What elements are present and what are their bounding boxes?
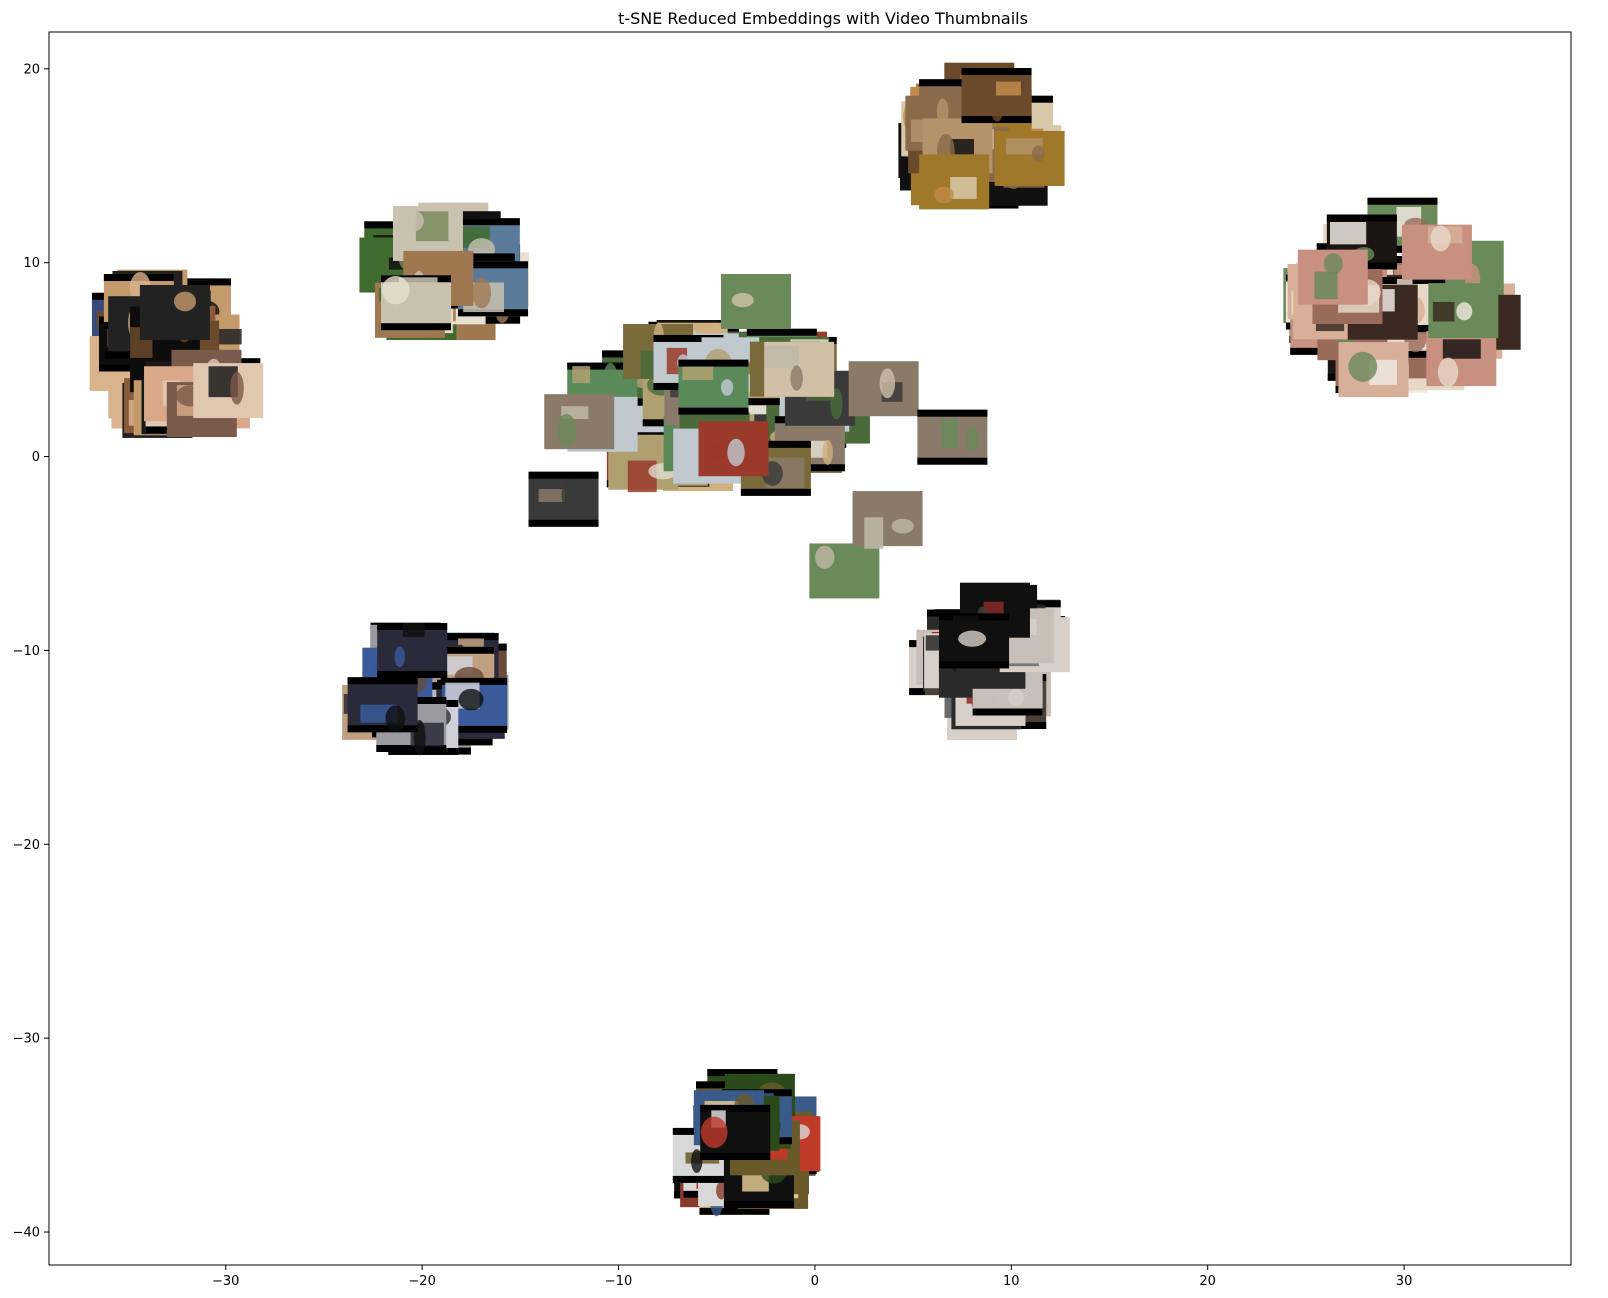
thumbnail-point-c6-30 (347, 677, 418, 733)
x-tick-label: −20 (408, 1274, 435, 1289)
x-tick-label: −30 (212, 1274, 239, 1289)
tsne-chart: t-SNE Reduced Embeddings with Video Thum… (13, 9, 1572, 1289)
thumbnail-point-c4-26 (961, 68, 1032, 124)
thumbnail-point-1 (848, 361, 919, 417)
thumbnail-point-c4-27 (919, 154, 990, 210)
thumbnail-point-c5-32 (1401, 224, 1472, 280)
x-tick-label: 0 (811, 1274, 819, 1289)
thumbnail-point-c8-33 (700, 1104, 771, 1160)
y-tick-label: −30 (13, 1032, 40, 1047)
thumbnail-point-c1-29 (381, 275, 452, 331)
thumbnail-point-c4-23 (994, 130, 1065, 186)
thumbnail-point-c3-67 (698, 421, 769, 477)
x-tick-label: −10 (605, 1274, 632, 1289)
plot-area (89, 62, 1521, 1217)
thumbnail-point-c5-35 (1426, 331, 1497, 387)
thumbnail-point-4 (720, 273, 791, 329)
thumbnail-point-5 (917, 409, 988, 465)
thumbnail-point-c5-34 (1338, 342, 1409, 398)
thumbnail-point-c5-41 (1297, 249, 1368, 305)
y-tick-label: 20 (23, 62, 40, 77)
thumbnail-point-3 (852, 491, 923, 549)
thumbnail-point-c2-9 (193, 363, 264, 419)
x-axis: −30 −20 −10 0 10 20 30 (212, 1265, 1412, 1289)
thumbnail-point-0 (764, 341, 835, 397)
y-tick-label: 0 (32, 450, 40, 465)
thumbnail-point-7 (528, 471, 599, 527)
x-tick-label: 30 (1396, 1274, 1413, 1289)
thumbnail-point-c5-38 (1428, 283, 1499, 339)
thumbnail-point-2 (809, 543, 880, 599)
y-tick-label: −10 (13, 644, 40, 659)
x-tick-label: 20 (1199, 1274, 1216, 1289)
y-tick-label: 10 (23, 256, 40, 271)
thumbnail-point-c0-33 (139, 284, 210, 340)
thumbnail-point-6 (544, 394, 615, 450)
thumbnail-point-c3-69 (678, 359, 749, 415)
thumbnail-point-c6-31 (377, 623, 448, 679)
chart-title: t-SNE Reduced Embeddings with Video Thum… (618, 9, 1028, 28)
y-tick-label: −40 (13, 1226, 40, 1241)
y-axis: 20 10 0 −10 −20 −30 −40 (13, 62, 49, 1241)
y-tick-label: −20 (13, 838, 40, 853)
x-tick-label: 10 (1003, 1274, 1020, 1289)
thumbnail-point-c7-27 (939, 613, 1010, 669)
